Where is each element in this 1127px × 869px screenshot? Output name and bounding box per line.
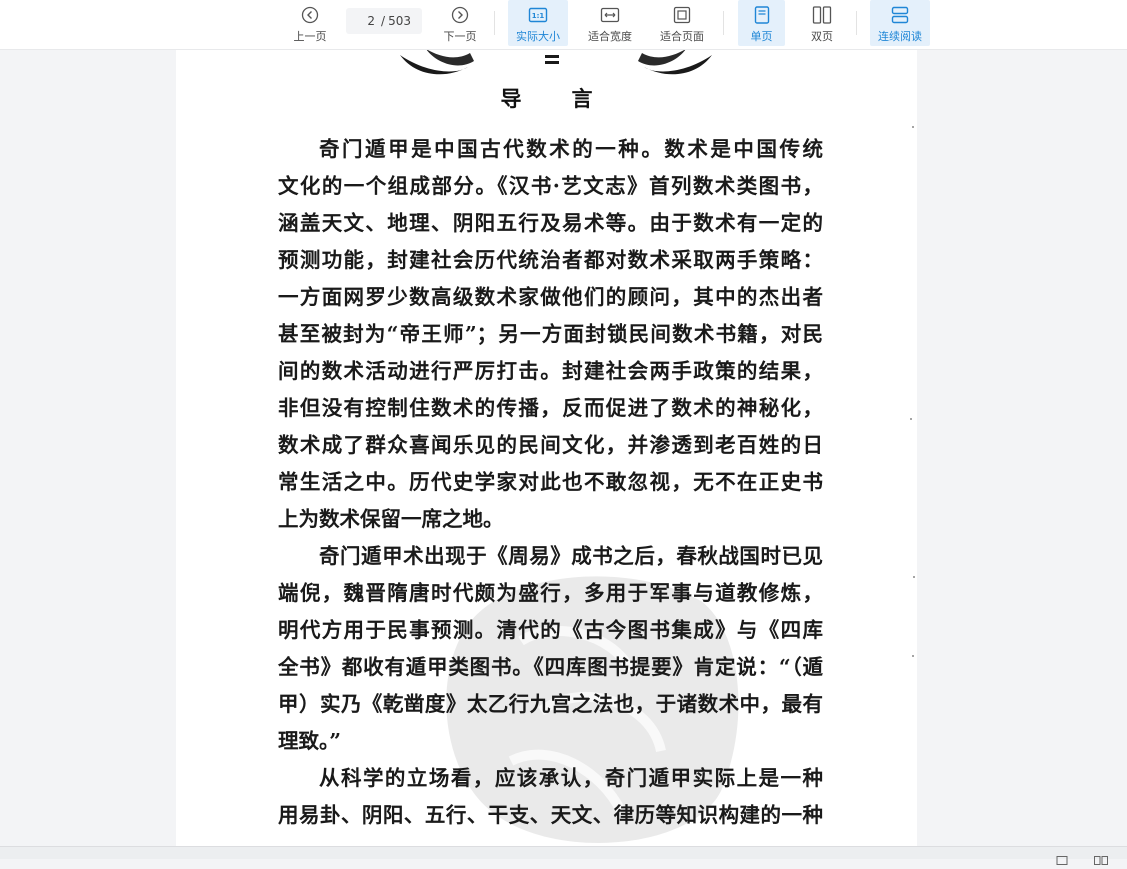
actual-size-button[interactable]: 1:1 实际大小 [508, 0, 568, 46]
single-page-icon [754, 5, 770, 25]
text-line: 数术成了群众喜闻乐见的民间文化，并渗透到老百姓的日 [278, 433, 823, 457]
text-line: 涵盖天文、地理、阴阳五行及易术等。由于数术有一定的 [278, 211, 823, 235]
status-bar [0, 846, 1127, 865]
text-line: 明代方用于民事预测。清代的《古今图书集成》与《四库 [278, 618, 823, 642]
fit-page-label: 适合页面 [660, 30, 704, 43]
double-view-icon[interactable] [1094, 850, 1108, 869]
single-page-button[interactable]: 单页 [738, 0, 785, 46]
text-line: 甲）实乃《乾凿度》太乙行九宫之法也，于诸数术中，最有 [278, 692, 823, 716]
scan-speck [912, 655, 914, 657]
text-line: 文化的一个组成部分。《汉书·艺文志》首列数术类图书， [278, 174, 823, 198]
document-title: 导言 [500, 86, 643, 111]
paragraph: 奇门遁甲术出现于《周易》成书之后，春秋战国时已见 端倪，魏晋隋唐时代颇为盛行，多… [278, 538, 823, 760]
reader-toolbar: 上一页 / 503 下一页 1:1 实际大小 适合宽度 适合页面 [0, 0, 1127, 50]
text-line: 端倪，魏晋隋唐时代颇为盛行，多用于军事与道教修炼， [278, 581, 823, 605]
scan-speck [912, 126, 914, 128]
text-line: 间的数术活动进行严厉打击。封建社会两手政策的结果， [278, 359, 823, 383]
fit-width-icon [600, 5, 620, 25]
text-line: 常生活之中。历代史学家对此也不敢忽视，无不在正史书 [278, 470, 823, 494]
continuous-scroll-icon [891, 5, 909, 25]
single-view-icon[interactable] [1056, 850, 1068, 869]
svg-text:1:1: 1:1 [532, 12, 545, 20]
text-line: 从科学的立场看，应该承认，奇门遁甲实际上是一种 [319, 766, 823, 790]
fit-page-icon [673, 5, 691, 25]
text-line: 预测功能，封建社会历代统治者都对数术采取两手策略： [278, 248, 823, 272]
actual-size-icon: 1:1 [528, 5, 548, 25]
text-line: 奇门遁甲是中国古代数术的一种。数术是中国传统 [319, 137, 823, 161]
text-line: 上为数术保留一席之地。 [278, 507, 504, 531]
text-line: 甚至被封为“帝王师”；另一方面封锁民间数术书籍，对民 [278, 322, 823, 346]
toolbar-divider [723, 11, 724, 35]
text-line: 奇门遁甲术出现于《周易》成书之后，春秋战国时已见 [319, 544, 823, 568]
document-page: 导言 奇门遁甲是中国古代数术的一种。数术是中国传统 文化的一个组成部分。《汉书·… [176, 49, 917, 849]
text-line: 理致。” [278, 729, 342, 753]
header-ornament-image [400, 49, 712, 75]
toolbar-divider [494, 11, 495, 35]
prev-page-label: 上一页 [293, 30, 327, 43]
scan-speck [910, 418, 912, 420]
prev-page-button[interactable]: 上一页 [290, 0, 330, 46]
continuous-reading-label: 连续阅读 [878, 30, 922, 43]
paragraph: 从科学的立场看，应该承认，奇门遁甲实际上是一种 用易卦、阴阳、五行、干支、天文、… [278, 760, 823, 834]
paragraph: 奇门遁甲是中国古代数术的一种。数术是中国传统 文化的一个组成部分。《汉书·艺文志… [278, 131, 823, 538]
scan-speck [913, 576, 915, 578]
next-page-label: 下一页 [443, 30, 477, 43]
fit-page-button[interactable]: 适合页面 [654, 0, 710, 46]
continuous-reading-button[interactable]: 连续阅读 [870, 0, 930, 46]
document-body: 奇门遁甲是中国古代数术的一种。数术是中国传统 文化的一个组成部分。《汉书·艺文志… [278, 131, 823, 834]
single-page-label: 单页 [750, 30, 773, 43]
current-page-input[interactable] [357, 14, 376, 28]
double-page-label: 双页 [811, 30, 833, 43]
double-page-button[interactable]: 双页 [800, 0, 844, 46]
chevron-left-circle-icon [301, 5, 319, 25]
next-page-button[interactable]: 下一页 [440, 0, 480, 46]
text-line: 非但没有控制住数术的传播，反而促进了数术的神秘化， [278, 396, 823, 420]
actual-size-label: 实际大小 [516, 30, 560, 43]
total-pages: 503 [388, 14, 411, 28]
toolbar-divider [856, 11, 857, 35]
fit-width-button[interactable]: 适合宽度 [582, 0, 638, 46]
double-page-icon [812, 5, 832, 25]
text-line: 一方面网罗少数高级数术家做他们的顾问，其中的杰出者 [278, 285, 823, 309]
page-indicator: / 503 [346, 8, 422, 34]
text-line: 全书》都收有遁甲类图书。《四库图书提要》肯定说：“（遁 [278, 655, 823, 679]
text-line: 用易卦、阴阳、五行、干支、天文、律历等知识构建的一种 [278, 803, 823, 827]
fit-width-label: 适合宽度 [588, 30, 632, 43]
chevron-right-circle-icon [451, 5, 469, 25]
